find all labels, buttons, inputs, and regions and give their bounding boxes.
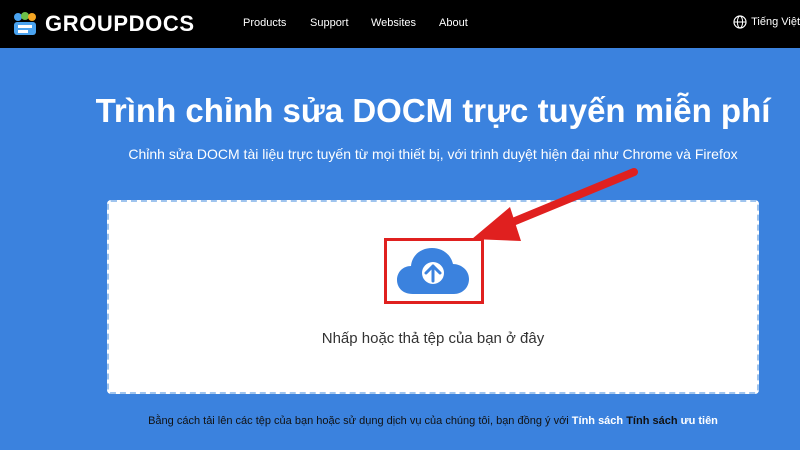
privacy-link[interactable]: Tính sách ưu tiên xyxy=(626,415,718,427)
terms-link-policy[interactable]: Tính sách xyxy=(572,415,623,427)
groupdocs-logo-icon xyxy=(14,12,36,35)
privacy-link-part2: ưu tiên xyxy=(680,415,718,427)
page-title: Trình chỉnh sửa DOCM trực tuyến miễn phí xyxy=(95,92,771,129)
brand-name: GROUPDOCS xyxy=(45,11,195,36)
page-subtitle: Chỉnh sửa DOCM tài liệu trực tuyến từ mọ… xyxy=(128,146,738,162)
globe-icon xyxy=(733,15,747,29)
top-navbar: GROUPDOCS Products Support Websites Abou… xyxy=(0,0,800,48)
drop-zone-prompt: Nhấp hoặc thả tệp của bạn ở đây xyxy=(321,330,545,347)
terms-text: Bằng cách tải lên các tệp của bạn hoặc s… xyxy=(148,415,569,427)
nav-link-websites[interactable]: Websites xyxy=(371,17,416,29)
privacy-link-part1: Tính sách xyxy=(626,415,678,427)
groupdocs-logo[interactable]: GROUPDOCS xyxy=(12,10,195,38)
nav-link-support[interactable]: Support xyxy=(310,17,349,29)
language-selector[interactable]: Tiếng Việt xyxy=(733,15,800,29)
nav-link-about[interactable]: About xyxy=(439,17,468,29)
terms-notice: Bằng cách tải lên các tệp của bạn hoặc s… xyxy=(0,415,800,427)
cloud-upload-icon[interactable] xyxy=(395,242,471,300)
nav-link-products[interactable]: Products xyxy=(243,17,286,29)
language-label: Tiếng Việt xyxy=(751,16,800,28)
